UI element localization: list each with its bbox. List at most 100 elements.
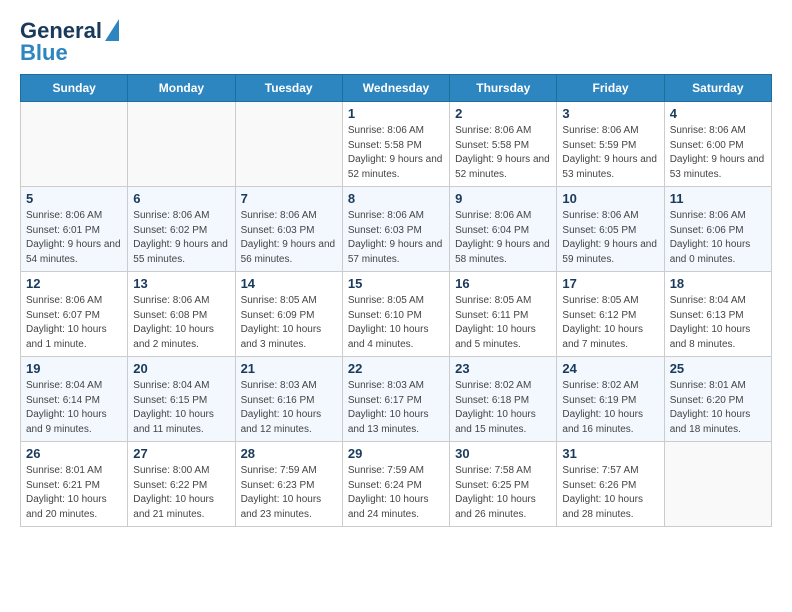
day-info: Sunrise: 8:05 AM Sunset: 6:10 PM Dayligh… [348,294,444,352]
calendar-cell: 7 Sunrise: 8:06 AM Sunset: 6:03 PM Daylig… [235,187,342,272]
calendar-cell: 8 Sunrise: 8:06 AM Sunset: 6:03 PM Daylig… [342,187,449,272]
calendar-cell: 12 Sunrise: 8:06 AM Sunset: 6:07 PM Dayli… [21,272,128,357]
day-header-tuesday: Tuesday [235,75,342,102]
day-number: 10 [562,191,658,206]
day-info: Sunrise: 8:06 AM Sunset: 6:04 PM Dayligh… [455,209,551,267]
day-header-wednesday: Wednesday [342,75,449,102]
day-info: Sunrise: 8:05 AM Sunset: 6:11 PM Dayligh… [455,294,551,352]
calendar-cell: 19Sunrise: 8:04 AM Sunset: 6:14 PM Dayli… [21,357,128,442]
day-number: 17 [562,276,658,291]
week-row-2: 12 Sunrise: 8:06 AM Sunset: 6:07 PM Dayli… [21,272,772,357]
calendar-cell: 17 Sunrise: 8:05 AM Sunset: 6:12 PM Dayli… [557,272,664,357]
day-number: 28 [241,446,337,461]
calendar-cell: 21Sunrise: 8:03 AM Sunset: 6:16 PM Dayli… [235,357,342,442]
day-info: Sunrise: 7:58 AM Sunset: 6:25 PM Dayligh… [455,464,551,522]
calendar-cell: 3 Sunrise: 8:06 AM Sunset: 5:59 PM Daylig… [557,102,664,187]
calendar-cell: 2 Sunrise: 8:06 AM Sunset: 5:58 PM Daylig… [450,102,557,187]
day-info: Sunrise: 8:06 AM Sunset: 5:58 PM Dayligh… [348,124,444,182]
calendar-cell [235,102,342,187]
calendar-cell: 10 Sunrise: 8:06 AM Sunset: 6:05 PM Dayli… [557,187,664,272]
day-info: Sunrise: 8:04 AM Sunset: 6:15 PM Dayligh… [133,379,229,437]
week-row-4: 26 Sunrise: 8:01 AM Sunset: 6:21 PM Dayli… [21,442,772,527]
day-number: 22 [348,361,444,376]
logo-text: General [20,20,102,42]
day-header-friday: Friday [557,75,664,102]
day-info: Sunrise: 8:06 AM Sunset: 6:03 PM Dayligh… [241,209,337,267]
day-number: 3 [562,106,658,121]
day-number: 6 [133,191,229,206]
day-header-monday: Monday [128,75,235,102]
day-header-sunday: Sunday [21,75,128,102]
day-info: Sunrise: 7:59 AM Sunset: 6:23 PM Dayligh… [241,464,337,522]
day-number: 18 [670,276,766,291]
day-info: Sunrise: 8:05 AM Sunset: 6:12 PM Dayligh… [562,294,658,352]
logo-icon [105,19,119,41]
day-info: Sunrise: 8:06 AM Sunset: 6:06 PM Dayligh… [670,209,766,267]
day-number: 9 [455,191,551,206]
day-header-saturday: Saturday [664,75,771,102]
day-info: Sunrise: 8:05 AM Sunset: 6:09 PM Dayligh… [241,294,337,352]
day-number: 16 [455,276,551,291]
day-number: 25 [670,361,766,376]
logo-blue: Blue [20,42,119,64]
day-number: 14 [241,276,337,291]
calendar-cell: 14 Sunrise: 8:05 AM Sunset: 6:09 PM Dayli… [235,272,342,357]
calendar-cell: 24 Sunrise: 8:02 AM Sunset: 6:19 PM Dayli… [557,357,664,442]
day-number: 4 [670,106,766,121]
calendar-table: SundayMondayTuesdayWednesdayThursdayFrid… [20,74,772,527]
day-info: Sunrise: 8:01 AM Sunset: 6:21 PM Dayligh… [26,464,122,522]
calendar-cell: 26 Sunrise: 8:01 AM Sunset: 6:21 PM Dayli… [21,442,128,527]
day-number: 15 [348,276,444,291]
calendar-cell: 23 Sunrise: 8:02 AM Sunset: 6:18 PM Dayli… [450,357,557,442]
day-number: 21 [241,361,337,376]
calendar-cell: 9 Sunrise: 8:06 AM Sunset: 6:04 PM Daylig… [450,187,557,272]
calendar-cell: 27 Sunrise: 8:00 AM Sunset: 6:22 PM Dayli… [128,442,235,527]
day-number: 29 [348,446,444,461]
calendar-cell: 1 Sunrise: 8:06 AM Sunset: 5:58 PM Daylig… [342,102,449,187]
day-info: Sunrise: 8:00 AM Sunset: 6:22 PM Dayligh… [133,464,229,522]
week-row-3: 19Sunrise: 8:04 AM Sunset: 6:14 PM Dayli… [21,357,772,442]
day-number: 30 [455,446,551,461]
calendar-cell: 11 Sunrise: 8:06 AM Sunset: 6:06 PM Dayli… [664,187,771,272]
logo: General Blue [20,20,119,64]
calendar-cell: 5Sunrise: 8:06 AM Sunset: 6:01 PM Daylig… [21,187,128,272]
calendar-cell: 4 Sunrise: 8:06 AM Sunset: 6:00 PM Daylig… [664,102,771,187]
day-info: Sunrise: 8:06 AM Sunset: 5:59 PM Dayligh… [562,124,658,182]
day-info: Sunrise: 8:06 AM Sunset: 5:58 PM Dayligh… [455,124,551,182]
day-info: Sunrise: 8:02 AM Sunset: 6:19 PM Dayligh… [562,379,658,437]
day-info: Sunrise: 8:02 AM Sunset: 6:18 PM Dayligh… [455,379,551,437]
day-number: 27 [133,446,229,461]
day-number: 19 [26,361,122,376]
day-number: 26 [26,446,122,461]
calendar-cell [128,102,235,187]
calendar-cell: 20Sunrise: 8:04 AM Sunset: 6:15 PM Dayli… [128,357,235,442]
page-header: General Blue [20,20,772,64]
calendar-cell [664,442,771,527]
calendar-cell: 28 Sunrise: 7:59 AM Sunset: 6:23 PM Dayli… [235,442,342,527]
calendar-cell: 31Sunrise: 7:57 AM Sunset: 6:26 PM Dayli… [557,442,664,527]
day-info: Sunrise: 8:06 AM Sunset: 6:07 PM Dayligh… [26,294,122,352]
day-number: 24 [562,361,658,376]
day-number: 8 [348,191,444,206]
day-number: 7 [241,191,337,206]
calendar-cell [21,102,128,187]
day-info: Sunrise: 8:06 AM Sunset: 6:03 PM Dayligh… [348,209,444,267]
day-number: 23 [455,361,551,376]
calendar-cell: 6Sunrise: 8:06 AM Sunset: 6:02 PM Daylig… [128,187,235,272]
day-info: Sunrise: 8:06 AM Sunset: 6:05 PM Dayligh… [562,209,658,267]
day-info: Sunrise: 8:06 AM Sunset: 6:00 PM Dayligh… [670,124,766,182]
calendar-cell: 29Sunrise: 7:59 AM Sunset: 6:24 PM Dayli… [342,442,449,527]
day-number: 1 [348,106,444,121]
day-info: Sunrise: 7:57 AM Sunset: 6:26 PM Dayligh… [562,464,658,522]
calendar-cell: 15 Sunrise: 8:05 AM Sunset: 6:10 PM Dayli… [342,272,449,357]
day-header-thursday: Thursday [450,75,557,102]
day-number: 2 [455,106,551,121]
calendar-cell: 25 Sunrise: 8:01 AM Sunset: 6:20 PM Dayli… [664,357,771,442]
day-info: Sunrise: 8:01 AM Sunset: 6:20 PM Dayligh… [670,379,766,437]
day-number: 13 [133,276,229,291]
day-info: Sunrise: 8:06 AM Sunset: 6:01 PM Dayligh… [26,209,122,267]
week-row-0: 1 Sunrise: 8:06 AM Sunset: 5:58 PM Daylig… [21,102,772,187]
calendar-cell: 13Sunrise: 8:06 AM Sunset: 6:08 PM Dayli… [128,272,235,357]
day-number: 11 [670,191,766,206]
day-number: 12 [26,276,122,291]
